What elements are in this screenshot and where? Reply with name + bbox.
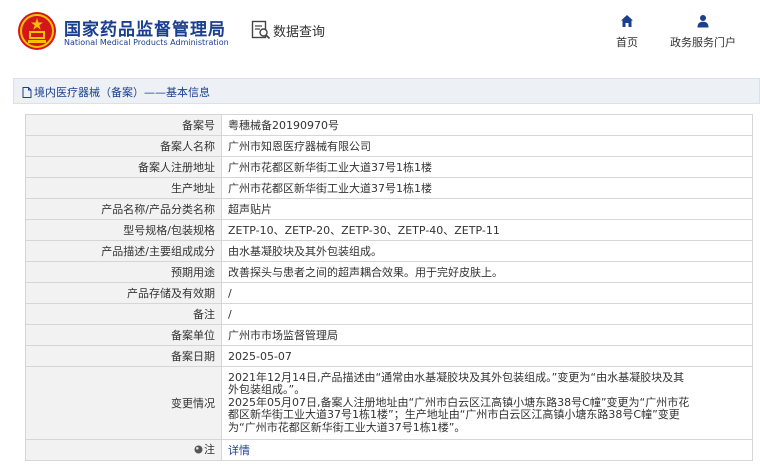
row-value: 广州市花都区新华街工业大道37号1栋1楼 [221,177,753,199]
change-line: 2021年12月14日,产品描述由“通常由水基凝胶块及其外包装组成。”变更为“由… [228,370,685,384]
table-row: 产品名称/产品分类名称 超声贴片 [25,198,753,220]
table-row: 备案号 粤穗械备20190970号 [25,114,753,136]
table-row: 产品描述/主要组成成分 由水基凝胶块及其外包装组成。 [25,240,753,262]
row-key: 备案人名称 [25,135,222,157]
table-row: 备案单位 广州市市场监督管理局 [25,324,753,346]
note-key: 注 [194,443,215,456]
national-emblem-icon [18,12,56,50]
site-subtitle: National Medical Products Administration [64,38,229,47]
row-key: 备注 [25,303,222,325]
data-query-link[interactable]: 数据查询 [251,18,325,42]
nav-gov-portal[interactable]: 政务服务门户 [664,14,742,50]
note-value-cell: 详情 [221,439,753,461]
row-value: 粤穗械备20190970号 [221,114,753,136]
panel-header: 境内医疗器械（备案）——基本信息 [13,78,760,104]
row-value: 由水基凝胶块及其外包装组成。 [221,240,753,262]
row-value: 广州市知恩医疗器械有限公司 [221,135,753,157]
details-link[interactable]: 详情 [228,444,250,457]
row-key: 产品名称/产品分类名称 [25,198,222,220]
table-row-change: 变更情况 2021年12月14日,产品描述由“通常由水基凝胶块及其外包装组成。”… [25,366,753,440]
site-header: 国家药品监督管理局 National Medical Products Admi… [0,0,760,68]
change-line: 都区新华街工业大道37号1栋1楼”；生产地址由“广州市白云区江高镇小塘东路38号… [228,408,680,422]
row-value: 广州市市场监督管理局 [221,324,753,346]
change-line: 外包装组成。”。 [228,383,306,397]
panel-title: 境内医疗器械（备案）——基本信息 [22,84,210,100]
note-key-label: 注 [204,443,215,456]
table-row: 产品存储及有效期 / [25,282,753,304]
table-row: 备案日期 2025-05-07 [25,345,753,367]
panel-title-text: 境内医疗器械（备案）——基本信息 [34,86,210,99]
nav-home-label: 首页 [616,36,638,49]
table-row: 生产地址 广州市花都区新华街工业大道37号1栋1楼 [25,177,753,199]
record-detail-table: 备案号 粤穗械备20190970号 备案人名称 广州市知恩医疗器械有限公司 备案人注册地… [25,114,753,461]
row-key: 产品描述/主要组成成分 [25,240,222,262]
row-key: 备案人注册地址 [25,156,222,178]
row-key: 生产地址 [25,177,222,199]
row-key: 变更情况 [25,366,222,440]
row-key: 产品存储及有效期 [25,282,222,304]
table-row-note: 注 详情 [25,439,753,461]
row-value: 超声贴片 [221,198,753,220]
pin-icon [194,445,203,454]
row-value: 2025-05-07 [221,345,753,367]
row-key: 备案号 [25,114,222,136]
row-value: 改善探头与患者之间的超声耦合效果。用于完好皮肤上。 [221,261,753,283]
note-key-cell: 注 [25,439,222,461]
row-value: 广州市花都区新华街工业大道37号1栋1楼 [221,156,753,178]
row-value: / [221,303,753,325]
site-title: 国家药品监督管理局 [64,20,226,40]
nav-home[interactable]: 首页 [608,14,646,50]
table-row: 备案人注册地址 广州市花都区新华街工业大道37号1栋1楼 [25,156,753,178]
row-key: 型号规格/包装规格 [25,219,222,241]
change-history: 2021年12月14日,产品描述由“通常由水基凝胶块及其外包装组成。”变更为“由… [221,366,753,440]
nav-gov-portal-label: 政务服务门户 [670,36,736,49]
table-row: 型号规格/包装规格 ZETP-10、ZETP-20、ZETP-30、ZETP-40… [25,219,753,241]
table-row: 预期用途 改善探头与患者之间的超声耦合效果。用于完好皮肤上。 [25,261,753,283]
document-icon [22,86,32,98]
data-query-label: 数据查询 [273,24,326,40]
data-query-icon [251,20,271,40]
row-value: / [221,282,753,304]
table-row: 备案人名称 广州市知恩医疗器械有限公司 [25,135,753,157]
row-value: ZETP-10、ZETP-20、ZETP-30、ZETP-40、ZETP-11 [221,219,753,241]
home-icon [621,15,633,27]
row-key: 备案单位 [25,324,222,346]
row-key: 预期用途 [25,261,222,283]
user-icon [697,15,709,28]
table-row: 备注 / [25,303,753,325]
change-line: 为“广州市花都区新华街工业大道37号1栋1楼”。 [228,420,466,434]
row-key: 备案日期 [25,345,222,367]
